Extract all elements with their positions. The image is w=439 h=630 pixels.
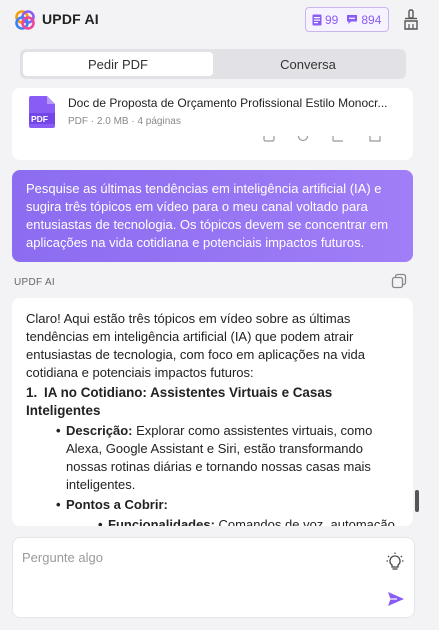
copy-icon[interactable] bbox=[263, 136, 275, 142]
app-title: UPDF AI bbox=[42, 11, 99, 27]
list-item-title: IA no Cotidiano: Assistentes Virtuais e … bbox=[26, 385, 333, 418]
previous-message-toolbar bbox=[12, 136, 413, 160]
pdf-quota: 99 bbox=[312, 13, 338, 27]
list-item-heading: 1. IA no Cotidiano: Assistentes Virtuais … bbox=[26, 384, 399, 420]
document-meta: PDF · 2.0 MB · 4 páginas bbox=[68, 116, 181, 127]
ai-intro-text: Claro! Aqui estão três tópicos em vídeo … bbox=[26, 311, 365, 380]
list-item: Pontos a Cobrir: bbox=[26, 496, 399, 514]
features-label: Funcionalidades: bbox=[108, 517, 215, 526]
export-icon[interactable] bbox=[332, 136, 344, 142]
chat-scrollbar[interactable] bbox=[415, 490, 419, 512]
refresh-icon[interactable] bbox=[297, 136, 309, 142]
app-header: UPDF AI 99 894 bbox=[0, 0, 439, 40]
chat-bubble-icon bbox=[347, 15, 358, 24]
description-label: Descrição: bbox=[66, 423, 133, 438]
document-icon bbox=[312, 14, 322, 25]
broom-clear-icon[interactable] bbox=[403, 9, 419, 31]
lightbulb-icon[interactable] bbox=[386, 552, 404, 572]
quota-box[interactable]: 99 894 bbox=[305, 7, 389, 32]
chat-quota-count: 894 bbox=[361, 12, 382, 27]
points-label: Pontos a Cobrir: bbox=[66, 497, 168, 512]
updf-logo-icon bbox=[15, 10, 35, 30]
document-card[interactable]: PDF Doc de Proposta de Orçamento Profiss… bbox=[12, 88, 413, 136]
mode-tabs: Pedir PDF Conversa bbox=[20, 49, 406, 79]
tab-pedir-pdf[interactable]: Pedir PDF bbox=[23, 52, 213, 76]
pdf-quota-count: 99 bbox=[325, 12, 339, 27]
chat-input-box bbox=[12, 537, 415, 618]
user-message-bubble: Pesquise as últimas tendências em inteli… bbox=[12, 170, 413, 262]
tab-conversa[interactable]: Conversa bbox=[213, 52, 403, 76]
ask-input[interactable] bbox=[22, 550, 362, 590]
list-item-number: 1. bbox=[26, 385, 38, 400]
list-item: Funcionalidades: Comandos de voz, automa… bbox=[26, 516, 399, 526]
list-item: Descrição: Explorar como assistentes vir… bbox=[26, 422, 399, 494]
document-name: Doc de Proposta de Orçamento Profissiona… bbox=[68, 96, 388, 110]
ai-sender-label: UPDF AI bbox=[14, 277, 55, 288]
pdf-thumb-label: PDF bbox=[31, 114, 48, 124]
chat-quota: 894 bbox=[346, 13, 381, 27]
ai-response-card: Claro! Aqui estão três tópicos em vídeo … bbox=[12, 298, 413, 526]
send-icon[interactable] bbox=[387, 590, 405, 608]
more-icon[interactable] bbox=[369, 136, 381, 142]
copy-icon[interactable] bbox=[391, 273, 407, 289]
